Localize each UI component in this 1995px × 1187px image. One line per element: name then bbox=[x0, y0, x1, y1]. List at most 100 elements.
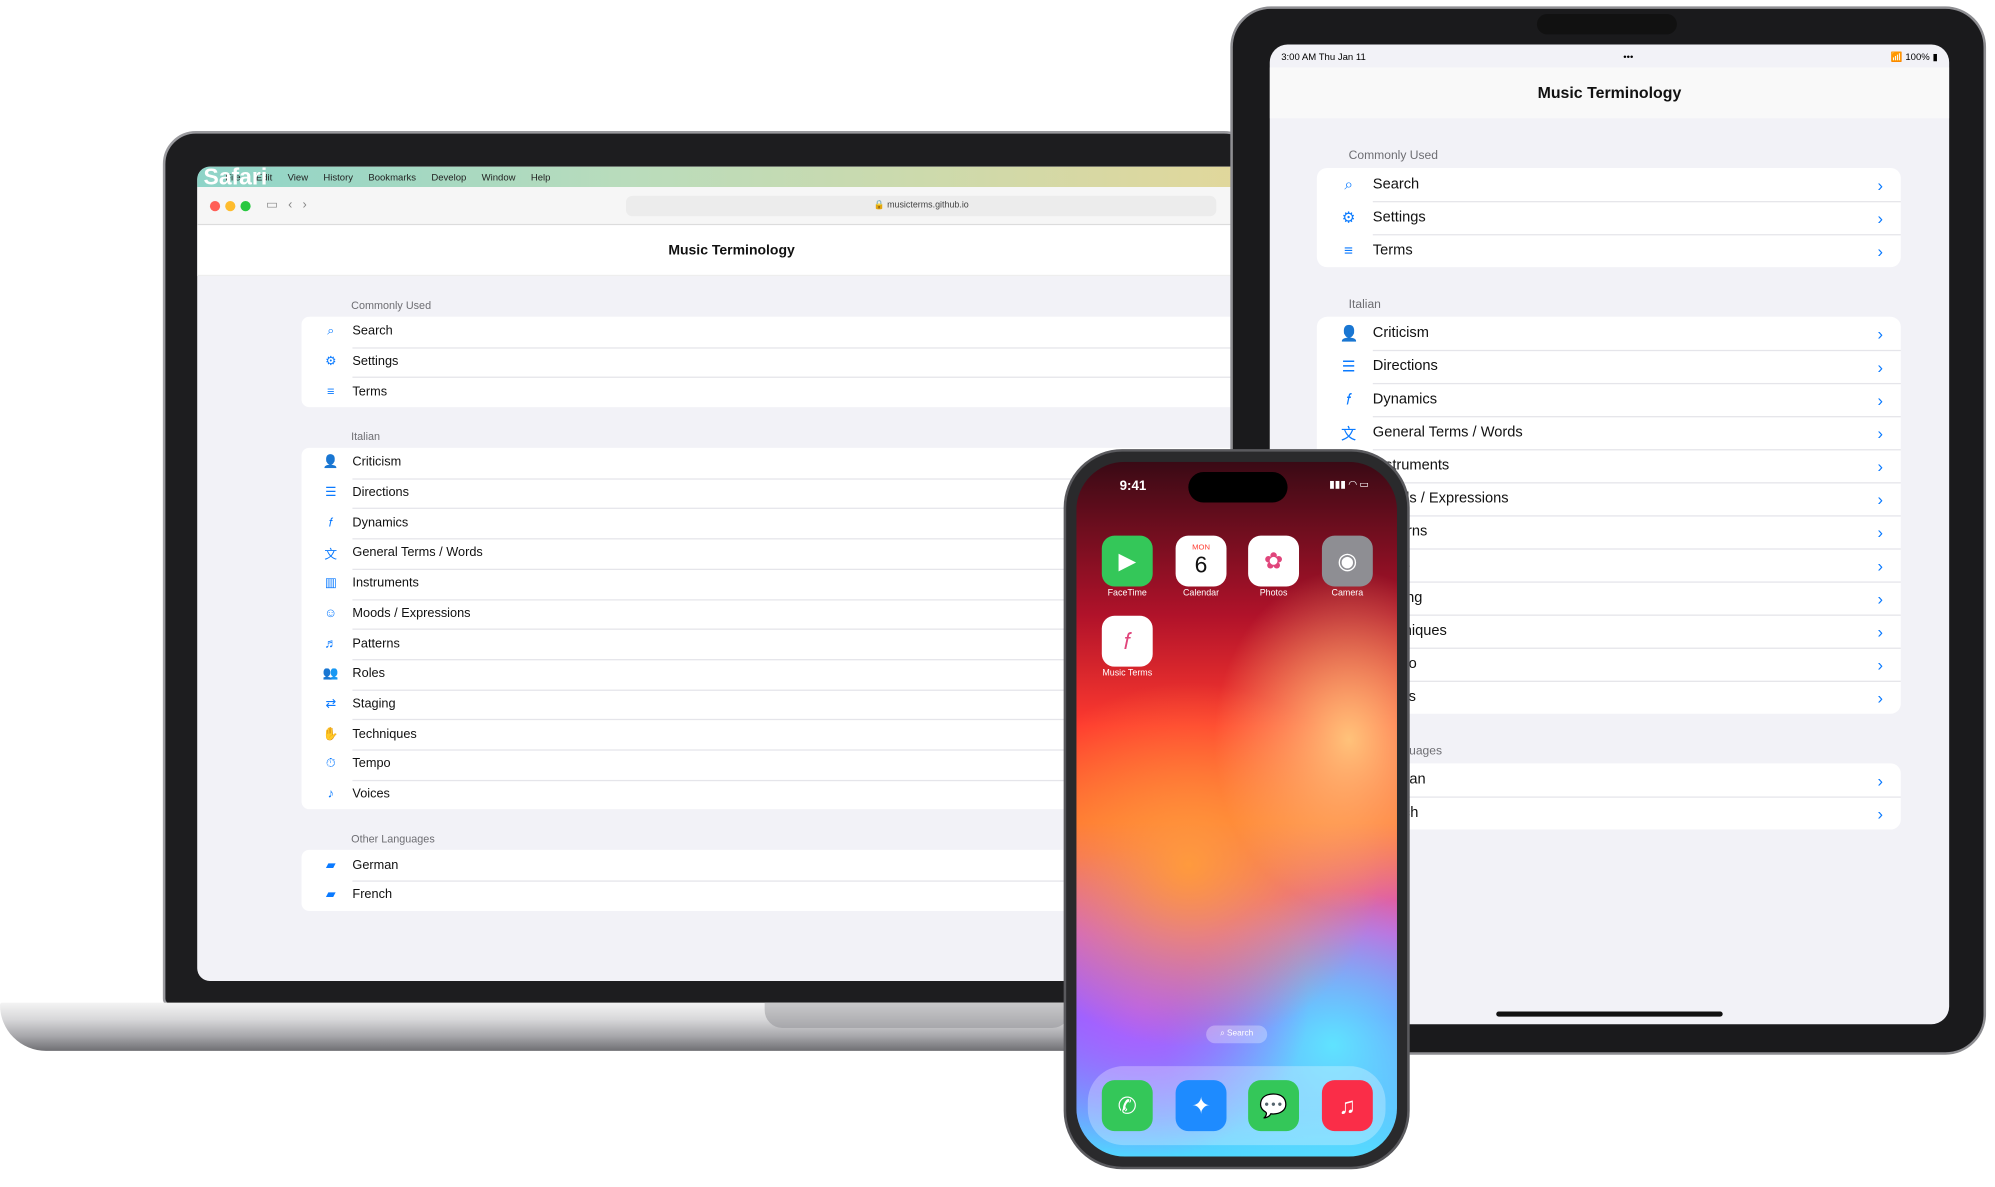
back-icon[interactable]: ‹ bbox=[288, 198, 292, 212]
chevron-right-icon: › bbox=[1877, 356, 1884, 376]
list-item-terms[interactable]: ≡ Terms bbox=[302, 377, 1266, 407]
item-search-icon: ⌕ bbox=[1344, 174, 1353, 193]
ipad-date: Thu Jan 11 bbox=[1318, 50, 1366, 62]
voice-icon: ♪ bbox=[327, 787, 334, 802]
calendar-day: MON bbox=[1192, 543, 1210, 552]
person-wave-icon: 👤 bbox=[322, 456, 339, 470]
chevron-right-icon: › bbox=[1877, 687, 1884, 707]
chevron-right-icon: › bbox=[1877, 770, 1884, 790]
ipad-battery: 100% bbox=[1905, 50, 1930, 62]
app-label: Calendar bbox=[1182, 589, 1220, 598]
list-item-label: Criticism bbox=[1372, 325, 1429, 341]
list-item-search[interactable]: ⌕ Search bbox=[302, 317, 1266, 347]
list-item-instruments[interactable]: ▥Instruments› bbox=[1317, 449, 1901, 482]
menu-help[interactable]: Help bbox=[531, 171, 551, 182]
safari-icon[interactable]: ✦ bbox=[1175, 1080, 1227, 1132]
chevron-right-icon: › bbox=[1877, 323, 1884, 343]
menu-history[interactable]: History bbox=[323, 171, 353, 182]
iphone-time: 9:41 bbox=[1119, 478, 1147, 494]
menu-window[interactable]: Window bbox=[482, 171, 516, 182]
address-bar[interactable]: 🔒 musicterms.github.io bbox=[625, 195, 1217, 217]
list-item-label: Techniques bbox=[352, 727, 417, 742]
list-item-label: Search bbox=[352, 324, 393, 339]
music-icon[interactable]: ♫ bbox=[1321, 1080, 1373, 1132]
menu-safari[interactable]: Safari bbox=[204, 167, 268, 203]
messages-icon[interactable]: 💬 bbox=[1248, 1080, 1300, 1132]
section-header-italian: Italian bbox=[351, 430, 381, 443]
list-item-search[interactable]: ⌕ Search › bbox=[1317, 168, 1901, 201]
list-item-label: Terms bbox=[352, 385, 388, 400]
chevron-right-icon: › bbox=[1877, 208, 1884, 228]
list-item-label: Voices bbox=[352, 787, 390, 802]
translate-icon: 文 bbox=[324, 548, 338, 563]
folder-icon: ▰ bbox=[325, 858, 336, 873]
list-item-directions[interactable]: ☰ Directions › bbox=[1317, 349, 1901, 383]
menu-view[interactable]: View bbox=[288, 171, 309, 182]
sliders-icon: ☰ bbox=[325, 486, 337, 501]
mac-menubar: Safari File Edit View History Bookmarks … bbox=[197, 166, 1266, 189]
chevron-right-icon: › bbox=[1877, 588, 1884, 608]
chevron-right-icon: › bbox=[1877, 654, 1884, 674]
page-title: Music Terminology bbox=[197, 225, 1266, 277]
search-pill-label: Search bbox=[1227, 1029, 1254, 1039]
list-item-settings[interactable]: ⚙ Settings › bbox=[1317, 201, 1901, 234]
folder-icon: ▰ bbox=[325, 888, 336, 903]
calendar-icon[interactable]: MON 6 bbox=[1175, 535, 1227, 587]
section-header-other-languages: Other Languages bbox=[1349, 744, 1443, 759]
list-item-label: Terms bbox=[1372, 243, 1413, 259]
list-item-criticism[interactable]: 👤 Criticism › bbox=[1317, 317, 1901, 350]
menu-develop[interactable]: Develop bbox=[431, 171, 466, 182]
section-header-commonly-used: Commonly Used bbox=[351, 298, 432, 312]
list-item-label: Criticism bbox=[352, 456, 402, 470]
battery-icon: ▮ bbox=[1932, 50, 1938, 62]
chevron-right-icon: › bbox=[1877, 389, 1884, 410]
list-item-label: General Terms / Words bbox=[1372, 424, 1523, 441]
section-group-commonly-used: ⌕ Search › ⚙ Settings › ≡ Terms › bbox=[1316, 167, 1901, 268]
app-label: FaceTime bbox=[1107, 589, 1147, 598]
list-item-label: French bbox=[352, 888, 393, 903]
ipad-status-bar: 3:00 AM Thu Jan 11 ••• 📶 100% ▮ bbox=[1270, 45, 1949, 68]
list-item-label: Roles bbox=[352, 666, 385, 681]
chevron-right-icon: › bbox=[1877, 522, 1884, 542]
multitasking-dots-icon[interactable]: ••• bbox=[1623, 50, 1633, 61]
staging-icon: ⇄ bbox=[325, 697, 337, 712]
video-camera-icon[interactable]: ▶ bbox=[1101, 535, 1153, 587]
list-item-label: German bbox=[352, 858, 399, 873]
calendar-date: 6 bbox=[1194, 551, 1208, 577]
url-text: musicterms.github.io bbox=[887, 201, 969, 210]
list-item-label: Dynamics bbox=[352, 516, 409, 531]
pattern-icon: ♬ bbox=[324, 636, 338, 651]
section-header-commonly-used: Commonly Used bbox=[1348, 148, 1438, 163]
spotlight-search-pill[interactable]: ⌕ Search bbox=[1206, 1025, 1268, 1044]
menu-bookmarks[interactable]: Bookmarks bbox=[368, 171, 416, 182]
home-indicator[interactable] bbox=[1496, 1011, 1723, 1017]
list-item-label: Settings bbox=[352, 355, 399, 370]
app-label: Camera bbox=[1331, 589, 1364, 598]
ipad-camera bbox=[1536, 13, 1677, 35]
list-item-label: Directions bbox=[1372, 358, 1438, 375]
timer-icon: ⏱ bbox=[325, 757, 336, 772]
magnifyingglass-icon: ⌕ bbox=[327, 324, 335, 339]
camera-icon[interactable]: ◉ bbox=[1321, 535, 1373, 587]
lock-icon: 🔒 bbox=[873, 201, 888, 210]
phone-icon[interactable]: ✆ bbox=[1101, 1080, 1153, 1132]
macbook-notch bbox=[764, 1002, 1071, 1029]
list-item-dynamics[interactable]: 𝑓 Dynamics › bbox=[1317, 382, 1901, 416]
people-icon: 👥 bbox=[322, 666, 339, 681]
list-item-label: Directions bbox=[352, 486, 410, 501]
list-item-terms[interactable]: ≡ Terms › bbox=[1317, 234, 1901, 267]
list-item-label: Dynamics bbox=[1372, 391, 1438, 408]
chevron-right-icon: › bbox=[1877, 803, 1884, 823]
item-settings-icon: ⚙ bbox=[1341, 208, 1356, 227]
forward-icon[interactable]: › bbox=[303, 198, 307, 212]
list-item-label: General Terms / Words bbox=[352, 546, 483, 561]
item-dynamics-icon: 𝑓 bbox=[1346, 389, 1352, 408]
item-general-terms-words-icon: 文 bbox=[1340, 424, 1357, 443]
sidebar-toggle-icon[interactable]: ▭ bbox=[266, 198, 278, 212]
item-terms-icon: ≡ bbox=[1344, 241, 1354, 260]
list-item-label: Moods / Expressions bbox=[352, 606, 471, 621]
list-item-settings[interactable]: ⚙ Settings bbox=[302, 346, 1266, 377]
music-terms-icon[interactable]: 𝑓 bbox=[1101, 615, 1153, 667]
photos-icon[interactable]: ✿ bbox=[1248, 535, 1300, 587]
list-item-general-terms-words[interactable]: 文 General Terms / Words › bbox=[1317, 416, 1901, 449]
